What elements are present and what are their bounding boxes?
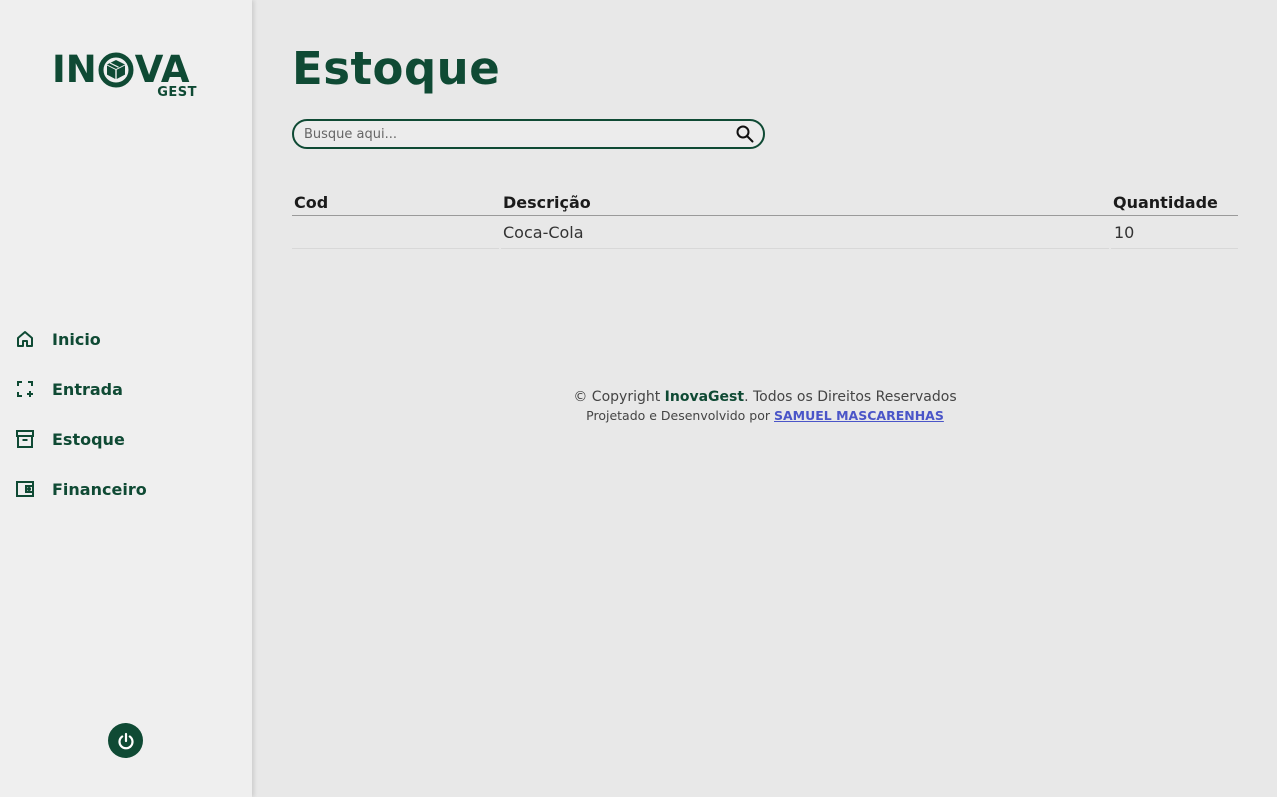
cell-descricao: Coca-Cola <box>501 216 1109 249</box>
cell-cod <box>292 216 499 249</box>
logo[interactable]: IN VA GEST <box>52 50 202 102</box>
author-link[interactable]: SAMUEL MASCARENHAS <box>774 408 944 423</box>
sidebar: IN VA GEST Inicio Entrada Estoque Financ… <box>0 0 252 797</box>
table-row[interactable]: Coca-Cola 10 <box>292 216 1238 249</box>
sidebar-nav: Inicio Entrada Estoque Financeiro <box>14 324 147 524</box>
logo-box-icon <box>98 52 134 88</box>
sidebar-item-financeiro[interactable]: Financeiro <box>14 474 147 504</box>
sidebar-item-inicio[interactable]: Inicio <box>14 324 147 354</box>
main-content: Estoque Cod Descrição Quantidade Coca-Co… <box>292 0 1238 797</box>
stock-table: Cod Descrição Quantidade Coca-Cola 10 <box>292 190 1238 249</box>
sidebar-item-label: Estoque <box>52 429 125 449</box>
sidebar-item-label: Financeiro <box>52 479 147 499</box>
sidebar-item-label: Entrada <box>52 379 123 399</box>
search-input[interactable] <box>294 121 727 147</box>
sidebar-item-estoque[interactable]: Estoque <box>14 424 147 454</box>
sidebar-item-entrada[interactable]: Entrada <box>14 374 147 404</box>
credit-text: Projetado e Desenvolvido por SAMUEL MASC… <box>292 407 1238 425</box>
column-header-quantidade[interactable]: Quantidade <box>1111 193 1238 212</box>
copyright-brand: InovaGest <box>664 389 745 405</box>
footer: © Copyright InovaGest. Todos os Direitos… <box>292 387 1238 425</box>
logout-button[interactable] <box>108 723 143 758</box>
power-icon <box>117 732 134 749</box>
logo-text-left: IN <box>52 48 97 91</box>
sidebar-item-label: Inicio <box>52 329 101 349</box>
column-header-cod[interactable]: Cod <box>292 193 501 212</box>
entry-icon <box>14 378 36 400</box>
archive-icon <box>14 428 36 450</box>
copyright-suffix: . Todos os Direitos Reservados <box>744 389 957 405</box>
app: IN VA GEST Inicio Entrada Estoque Financ… <box>0 0 1277 797</box>
wallet-icon <box>14 478 36 500</box>
cell-quantidade: 10 <box>1111 216 1238 249</box>
table-header: Cod Descrição Quantidade <box>292 190 1238 216</box>
copyright-text: © Copyright InovaGest. Todos os Direitos… <box>292 387 1238 407</box>
home-icon <box>14 328 36 350</box>
search-button[interactable] <box>727 121 763 147</box>
logo-wordmark: IN VA <box>52 50 190 90</box>
logo-subtext: GEST <box>157 85 197 100</box>
search-icon <box>736 125 754 143</box>
page-title: Estoque <box>292 42 501 95</box>
column-header-descricao[interactable]: Descrição <box>501 193 1111 212</box>
copyright-prefix: © Copyright <box>573 389 665 405</box>
credit-prefix: Projetado e Desenvolvido por <box>586 408 774 423</box>
search-bar <box>292 119 765 149</box>
logo-text-right: VA <box>134 48 190 91</box>
